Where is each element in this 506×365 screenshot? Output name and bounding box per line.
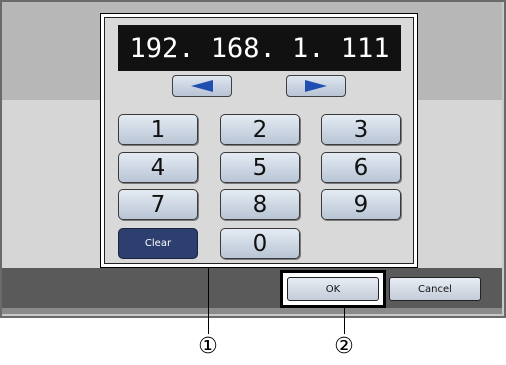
cursor-right-button[interactable] bbox=[286, 75, 346, 97]
ok-button[interactable]: OK bbox=[287, 277, 379, 301]
key-1[interactable]: 1 bbox=[118, 114, 198, 145]
cancel-button[interactable]: Cancel bbox=[389, 277, 481, 301]
key-7[interactable]: 7 bbox=[118, 189, 198, 220]
callout-line-ok bbox=[344, 308, 345, 334]
key-5[interactable]: 5 bbox=[220, 152, 300, 183]
ip-address-display: 192. 168. 1. 111 bbox=[118, 25, 401, 71]
key-6[interactable]: 6 bbox=[321, 152, 401, 183]
key-0[interactable]: 0 bbox=[220, 228, 300, 259]
cursor-left-button[interactable] bbox=[172, 75, 232, 97]
left-arrow-icon bbox=[191, 80, 213, 92]
callout-line-keypad bbox=[208, 268, 209, 334]
clear-button[interactable]: Clear bbox=[118, 228, 198, 259]
key-9[interactable]: 9 bbox=[321, 189, 401, 220]
right-arrow-icon bbox=[305, 80, 327, 92]
key-8[interactable]: 8 bbox=[220, 189, 300, 220]
key-3[interactable]: 3 bbox=[321, 114, 401, 145]
callout-marker-ok: ② bbox=[334, 334, 354, 359]
callout-marker-keypad: ① bbox=[198, 334, 218, 359]
key-2[interactable]: 2 bbox=[220, 114, 300, 145]
bottom-strip bbox=[2, 308, 502, 314]
key-4[interactable]: 4 bbox=[118, 152, 198, 183]
